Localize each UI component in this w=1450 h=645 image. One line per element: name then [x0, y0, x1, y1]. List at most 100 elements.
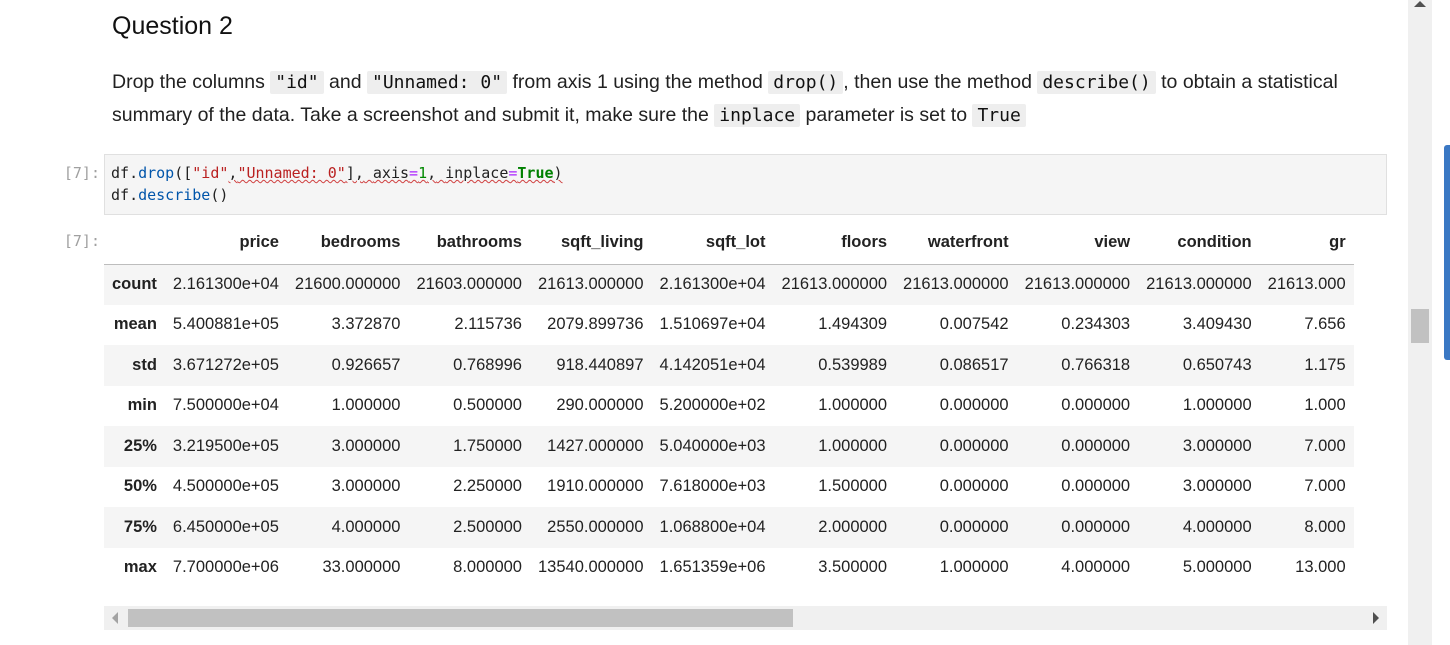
table-cell: 4.000000 [1182, 517, 1252, 536]
scroll-left-arrow-icon[interactable] [112, 612, 118, 624]
table-cell: 290.000000 [556, 396, 644, 415]
code-token: 1 [418, 164, 428, 182]
table-cell: 0.000000 [939, 436, 1009, 455]
table-header-row: price bedrooms bathrooms sqft_living sqft_lo… [104, 222, 1354, 265]
table-cell: 0.539989 [818, 355, 888, 374]
horizontal-scrollbar[interactable] [104, 606, 1387, 630]
row-label: count [112, 275, 157, 293]
column-header: view [1016, 222, 1139, 265]
code-token: ], [345, 164, 364, 182]
table-cell: 1910.000000 [547, 477, 644, 496]
table-cell: 21600.000000 [294, 275, 401, 293]
column-header: sqft_lot [651, 222, 774, 265]
question-text-part: parameter is set to [800, 104, 973, 126]
row-label: 50% [123, 477, 157, 496]
question-text-part: and [323, 71, 367, 93]
row-label: min [127, 396, 157, 415]
table-cell: 1.651359e+06 [659, 558, 766, 577]
table-cell: 0.000000 [1061, 436, 1131, 455]
table-cell: 8.000000 [453, 558, 522, 577]
table-row: min 7.500000e+04 1.000000 0.500000 290.00000… [104, 385, 1354, 426]
table-cell: 0.768996 [453, 355, 522, 374]
vertical-scrollbar[interactable] [1408, 0, 1432, 645]
vertical-scroll-thumb[interactable] [1411, 309, 1429, 343]
input-prompt: [7]: [63, 164, 100, 182]
table-row: max 7.700000e+06 33.000000 8.000000 13540.00… [104, 547, 1354, 588]
table-cell: 21613.000000 [781, 275, 888, 293]
table-cell: 7.618000e+03 [659, 477, 766, 496]
table-row: 50% 4.500000e+05 3.000000 2.250000 1910.0000… [104, 466, 1354, 507]
table-cell: 0.000000 [1061, 396, 1131, 415]
table-cell: 0.007542 [939, 315, 1009, 334]
code-token: drop [138, 164, 175, 182]
column-header: floors [773, 222, 896, 265]
row-label: 75% [123, 517, 157, 536]
table-cell: 7.000 [1304, 477, 1346, 496]
table-cell: 3.671272e+05 [172, 355, 279, 374]
table-cell: 1.494309 [818, 315, 888, 334]
inline-code-true: True [972, 104, 1026, 127]
table-cell: 3.409430 [1182, 315, 1252, 334]
table-row: count 2.161300e+04 21600.000000 21603.00000… [104, 264, 1354, 305]
table-cell: 0.000000 [1061, 517, 1131, 536]
code-line-1: df.drop(["id","Unnamed: 0"], axis=1, inp… [111, 164, 563, 182]
output-area: price bedrooms bathrooms sqft_living sqft_lo… [104, 222, 1387, 602]
table-cell: 1.000000 [331, 396, 401, 415]
scroll-right-arrow-icon[interactable] [1373, 612, 1379, 624]
describe-table: price bedrooms bathrooms sqft_living sqft_lo… [104, 222, 1354, 588]
table-cell: 21613.000000 [1146, 275, 1252, 293]
table-cell: 2.000000 [818, 517, 888, 536]
question-text: Drop the columns "id" and "Unnamed: 0" f… [112, 66, 1342, 132]
row-label: 25% [123, 436, 157, 455]
table-row: 75% 6.450000e+05 4.000000 2.500000 2550.0000… [104, 507, 1354, 548]
code-line-2: df.describe() [111, 186, 228, 204]
inline-code-id: "id" [270, 71, 324, 94]
table-cell: 3.372870 [331, 315, 401, 334]
row-label: max [123, 558, 157, 577]
code-token: "Unnamed: 0" [237, 164, 346, 182]
code-token: () [210, 186, 229, 204]
code-token: inplace [445, 164, 509, 182]
table-row: std 3.671272e+05 0.926657 0.768996 918.44089… [104, 345, 1354, 386]
table-cell: 8.000 [1304, 517, 1346, 536]
table-cell: 2.115736 [454, 315, 522, 334]
table-cell: 1.068800e+04 [659, 517, 766, 536]
table-cell: 0.650743 [1182, 355, 1252, 374]
code-editor[interactable]: df.drop(["id","Unnamed: 0"], axis=1, inp… [104, 154, 1387, 215]
table-cell: 2.500000 [453, 517, 522, 536]
table-cell: 0.000000 [939, 396, 1009, 415]
table-cell: 6.450000e+05 [172, 517, 279, 536]
table-cell: 13540.000000 [537, 558, 644, 577]
horizontal-scroll-thumb[interactable] [128, 609, 793, 627]
table-cell: 5.200000e+02 [659, 396, 766, 415]
table-cell: 5.000000 [1182, 558, 1252, 577]
table-cell: 21613.000000 [903, 275, 1009, 293]
code-token: describe [138, 186, 211, 204]
side-panel-handle[interactable] [1444, 145, 1450, 360]
table-cell: 0.234303 [1061, 315, 1131, 334]
table-cell: 5.040000e+03 [659, 436, 766, 455]
inline-code-unnamed: "Unnamed: 0" [366, 71, 508, 94]
code-token: axis [372, 164, 410, 182]
table-cell: 5.400881e+05 [172, 315, 279, 334]
table-cell: 21603.000000 [416, 275, 522, 293]
code-token: "id" [192, 164, 229, 182]
table-cell: 1.000000 [818, 436, 888, 455]
table-cell: 0.000000 [939, 477, 1009, 496]
table-cell: 1.000000 [818, 396, 888, 415]
code-token: . [129, 186, 139, 204]
inline-code-describe: describe() [1037, 71, 1156, 94]
table-cell: 3.500000 [818, 558, 888, 577]
table-cell: 2550.000000 [547, 517, 644, 536]
table-cell: 7.656 [1304, 315, 1346, 334]
table-cell: 7.500000e+04 [172, 396, 279, 415]
table-cell: 1.000 [1304, 396, 1346, 415]
table-cell: 4.142051e+04 [659, 355, 766, 374]
column-header: condition [1138, 222, 1260, 265]
code-token: ) [553, 164, 563, 182]
table-cell: 1.175 [1304, 355, 1346, 374]
column-header: price [164, 222, 287, 265]
scroll-up-arrow-icon[interactable] [1414, 1, 1426, 7]
